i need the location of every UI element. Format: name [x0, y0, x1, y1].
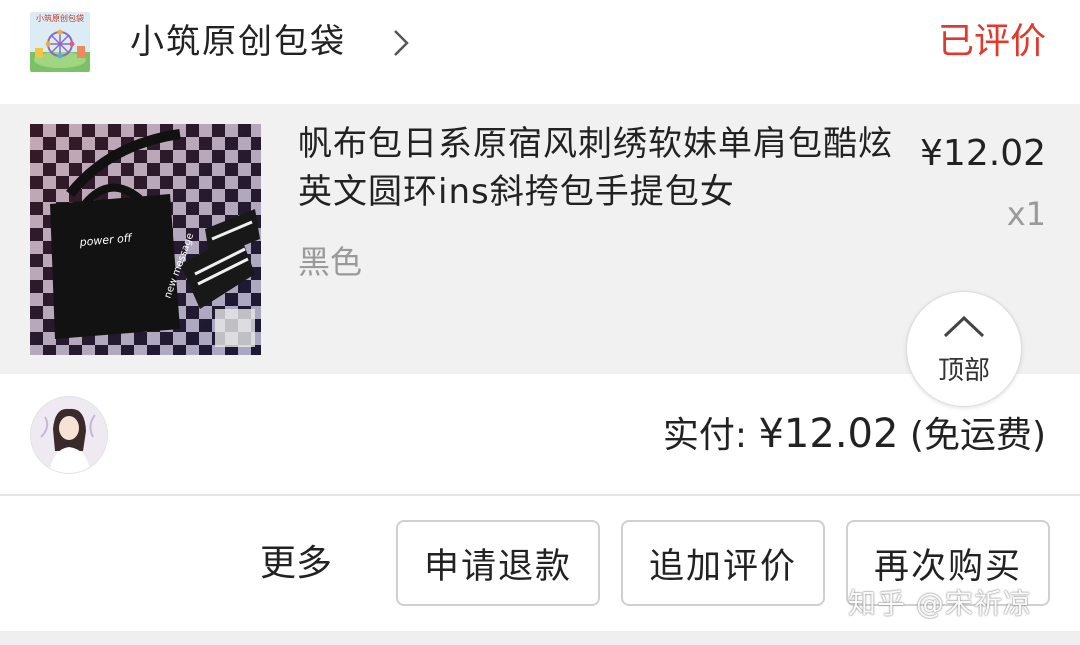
shop-logo[interactable]: 小筑原创包袋: [30, 12, 90, 72]
back-to-top-button[interactable]: 顶部: [906, 291, 1022, 407]
watermark: 知乎 @宋祈凉: [848, 587, 1032, 620]
more-button[interactable]: 更多: [260, 542, 332, 586]
shop-logo-text: 小筑原创包袋: [36, 14, 84, 23]
shipping-note: (免运费): [898, 415, 1046, 456]
add-review-button[interactable]: 追加评价: [621, 520, 825, 606]
product-quantity: x1: [1006, 195, 1046, 233]
order-status: 已评价: [937, 21, 1046, 62]
chevron-up-icon: [943, 315, 985, 338]
avatar[interactable]: [30, 396, 108, 474]
payment-label: 实付:: [662, 415, 759, 456]
refund-button[interactable]: 申请退款: [396, 520, 600, 606]
payment-summary: 实付: ¥12.02 (免运费): [663, 410, 1046, 460]
payment-row: 实付: ¥12.02 (免运费): [0, 374, 1080, 496]
product-title[interactable]: 帆布包日系原宿风刺绣软妹单肩包酷炫英文圆环ins斜挎包手提包女: [298, 120, 898, 216]
bottom-divider: [0, 631, 1080, 645]
chevron-right-icon[interactable]: [390, 28, 412, 58]
product-image[interactable]: power off new message: [30, 124, 261, 355]
product-price: ¥12.02: [920, 133, 1046, 174]
order-header: 小筑原创包袋 小筑原创包袋 已评价: [0, 0, 1080, 104]
shop-name[interactable]: 小筑原创包袋: [130, 20, 346, 64]
payment-amount: ¥12.02: [758, 411, 899, 457]
product-variant: 黑色: [298, 243, 363, 281]
back-to-top-label: 顶部: [937, 356, 990, 386]
